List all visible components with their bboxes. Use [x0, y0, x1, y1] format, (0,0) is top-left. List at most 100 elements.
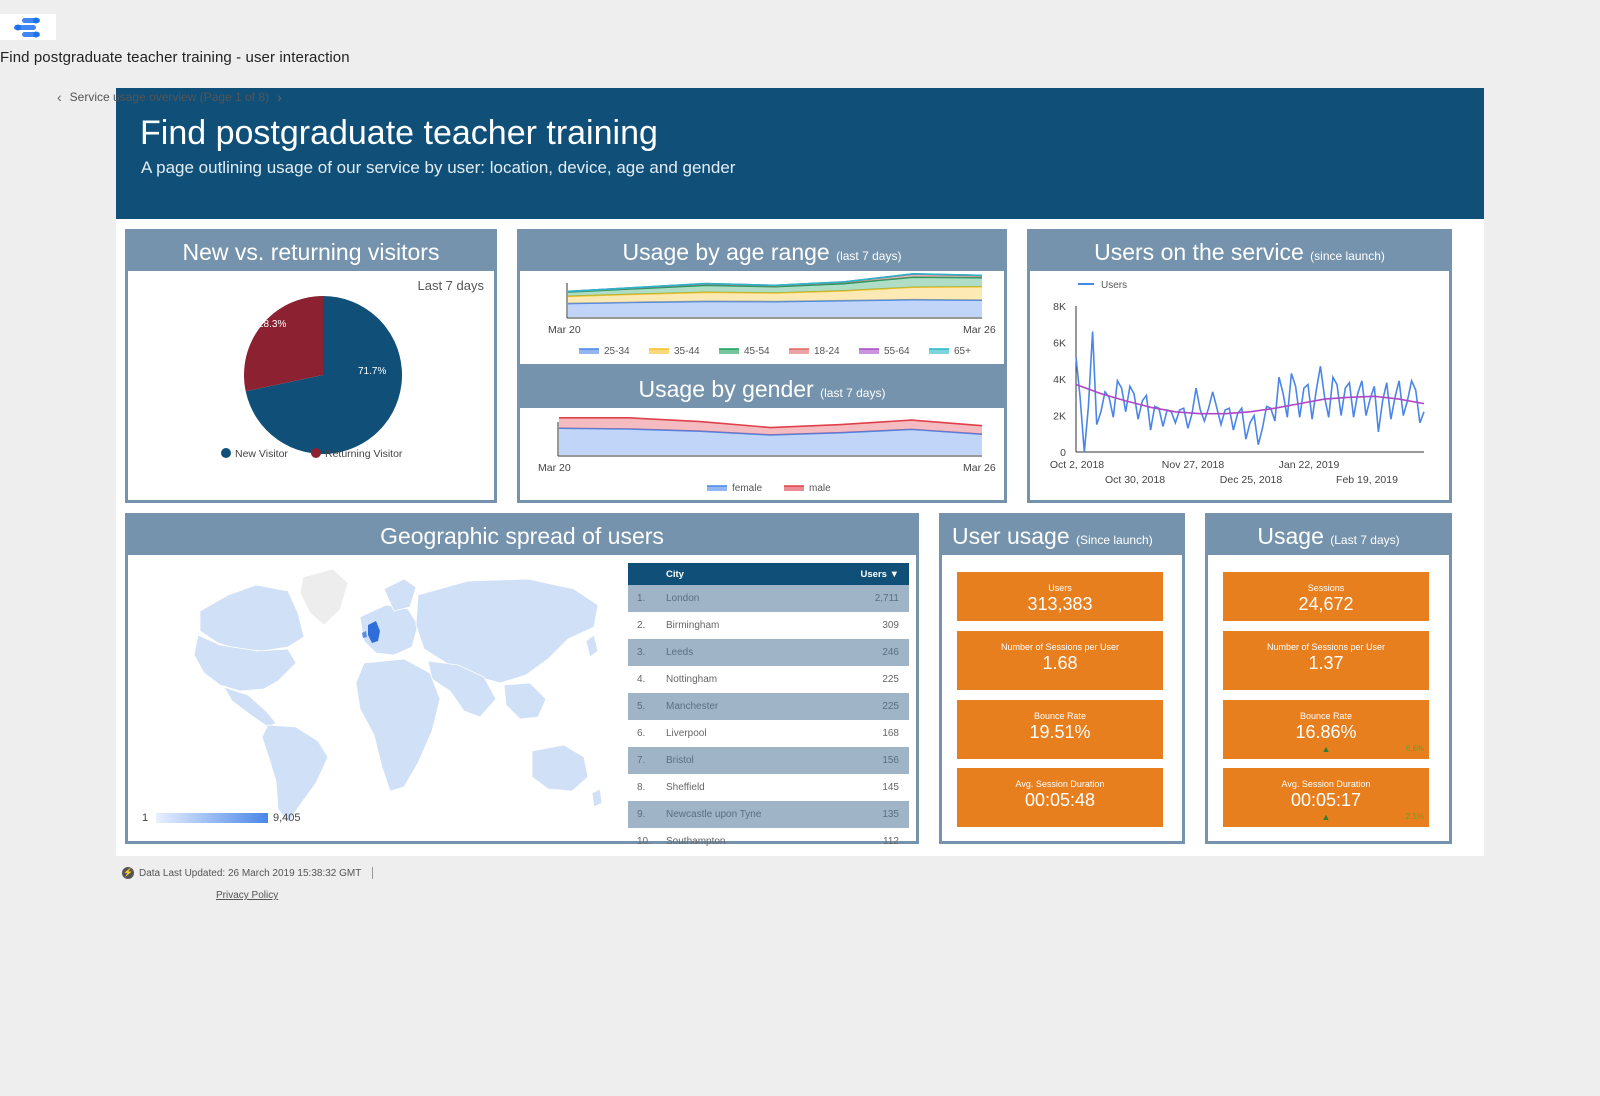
x-tick: Mar 26 [963, 324, 996, 336]
panel-title: Users on the service (since launch) [1030, 232, 1449, 271]
app-title: Find postgraduate teacher training - use… [0, 49, 350, 66]
table-row[interactable]: 5. Manchester 225 [628, 693, 909, 720]
table-row[interactable]: 1. London 2,711 [628, 585, 909, 612]
visitors-pie-chart: 71.7% 28.3% New Visitor Returning Visito… [221, 296, 403, 460]
table-cell-city: Nottingham [666, 674, 718, 685]
pie-label-returning: 28.3% [258, 319, 286, 330]
legend-label: 35-44 [674, 346, 700, 357]
table-cell-users: 225 [882, 674, 899, 685]
x-tick: Oct 2, 2018 [1050, 459, 1104, 471]
kpi-label: Avg. Session Duration [1281, 779, 1371, 789]
pie-label-new: 71.7% [358, 366, 386, 377]
table-cell-city: Sheffield [666, 782, 705, 793]
chevron-right-icon[interactable]: › [277, 89, 282, 105]
table-cell-idx: 2. [637, 620, 646, 631]
legend-label: 55-64 [884, 346, 910, 357]
report-title: Find postgraduate teacher training [140, 114, 658, 152]
map-legend-min: 1 [142, 812, 148, 824]
panel-title: Usage by age range (last 7 days) [520, 232, 1004, 271]
data-studio-logo-icon [14, 17, 40, 38]
table-cell-idx: 4. [637, 674, 646, 685]
kpi-value: 19.51% [1029, 722, 1091, 742]
table-cell-idx: 10. [637, 836, 651, 847]
panel-title: User usage (Since launch) [942, 516, 1182, 555]
kpi-value: 00:05:48 [1024, 790, 1096, 810]
legend-swatch-returning [311, 448, 321, 458]
page-indicator[interactable]: Service usage overview (Page 1 of 8) [70, 90, 269, 104]
report-canvas: Find postgraduate teacher training A pag… [116, 88, 1484, 856]
map-legend-scale [156, 813, 268, 823]
table-cell-users: 168 [882, 728, 899, 739]
world-map[interactable]: 1 9,405 [128, 555, 618, 841]
table-row[interactable]: 6. Liverpool 168 [628, 720, 909, 747]
gender-panel: Usage by gender (last 7 days) Mar 20 Mar… [517, 366, 1007, 503]
sort-desc-icon: ▼ [889, 568, 899, 580]
users-panel: Users on the service (since launch) User… [1027, 229, 1452, 503]
report-banner: Find postgraduate teacher training A pag… [116, 88, 1484, 219]
legend-label: 45-54 [744, 346, 770, 357]
panel-title: Usage by gender (last 7 days) [520, 369, 1004, 408]
age-panel: Usage by age range (last 7 days) Mar 20 … [517, 229, 1007, 367]
chevron-left-icon[interactable]: ‹ [57, 89, 62, 105]
table-row[interactable]: 10. Southampton 112 [628, 828, 909, 855]
table-cell-users: 309 [882, 620, 899, 631]
y-tick: 2K [1053, 411, 1066, 423]
x-tick: Mar 26 [963, 462, 996, 474]
privacy-policy-link[interactable]: Privacy Policy [216, 890, 278, 901]
kpi-tile: Avg. Session Duration 00:05:17 ▲ 2.1% [1223, 768, 1429, 827]
kpi-tile: Users 313,383 [957, 572, 1163, 621]
table-cell-city: Manchester [666, 701, 719, 712]
legend-swatch-new [221, 448, 231, 458]
table-cell-idx: 9. [637, 809, 646, 820]
app-logo[interactable] [0, 14, 56, 40]
table-row[interactable]: 7. Bristol 156 [628, 747, 909, 774]
users-column-header[interactable]: Users ▼ [849, 569, 909, 580]
table-cell-city: Newcastle upon Tyne [666, 809, 762, 820]
table-row[interactable]: 9. Newcastle upon Tyne 135 [628, 801, 909, 828]
table-cell-idx: 3. [637, 647, 646, 658]
geo-panel: Geographic spread of users 1 9,405 City … [125, 513, 919, 847]
table-row[interactable]: 8. Sheffield 145 [628, 774, 909, 801]
kpi-change: 6.6% [1405, 744, 1424, 753]
x-tick: Mar 20 [538, 462, 571, 474]
table-cell-city: Southampton [666, 836, 726, 847]
kpi-tile: Number of Sessions per User 1.37 [1223, 631, 1429, 690]
y-tick: 8K [1053, 301, 1066, 313]
legend-returning-visitor: Returning Visitor [325, 448, 403, 460]
table-cell-users: 145 [882, 782, 899, 793]
table-cell-users: 246 [882, 647, 899, 658]
panel-title: New vs. returning visitors [128, 232, 494, 271]
map-legend-max: 9,405 [273, 812, 301, 824]
legend-new-visitor: New Visitor [235, 448, 288, 460]
legend-label: 25-34 [604, 346, 630, 357]
y-tick: 0 [1060, 447, 1066, 459]
table-row[interactable]: 2. Birmingham 309 [628, 612, 909, 639]
kpi-label: Avg. Session Duration [1015, 779, 1105, 789]
bolt-icon: ⚡ [122, 867, 134, 879]
legend-label: female [732, 483, 762, 494]
kpi-tile: Avg. Session Duration 00:05:48 [957, 768, 1163, 827]
user-usage-panel: User usage (Since launch) Users 313,383 Nu… [939, 513, 1185, 844]
data-updated-label: Data Last Updated: 26 March 2019 15:38:3… [139, 867, 362, 879]
city-column-header[interactable]: City [666, 569, 849, 580]
map-region-japan [585, 634, 599, 658]
kpi-label: Sessions [1307, 583, 1345, 593]
kpi-value: 1.68 [1042, 653, 1078, 673]
kpi-value: 24,672 [1298, 594, 1354, 614]
map-region-new-zealand [591, 788, 603, 808]
kpi-tile: Sessions 24,672 [1223, 572, 1429, 621]
table-cell-idx: 8. [637, 782, 646, 793]
kpi-value: 16.86% [1295, 722, 1357, 742]
table-cell-users: 2,711 [874, 593, 899, 604]
table-cell-idx: 6. [637, 728, 646, 739]
map-region-southeast-asia [503, 682, 547, 720]
legend-label: male [809, 483, 831, 494]
table-cell-city: Liverpool [666, 728, 707, 739]
arrow-up-icon: ▲ [1321, 812, 1331, 822]
age-area-chart: Mar 20 Mar 26 25-34 35-44 45-54 18-24 55-64 6… [548, 273, 996, 357]
footer-separator [372, 867, 374, 879]
y-tick: 6K [1053, 338, 1066, 350]
table-row[interactable]: 3. Leeds 246 [628, 639, 909, 666]
table-row[interactable]: 4. Nottingham 225 [628, 666, 909, 693]
usage-panel: Usage (Last 7 days) Sessions 24,672 Number… [1205, 513, 1452, 844]
